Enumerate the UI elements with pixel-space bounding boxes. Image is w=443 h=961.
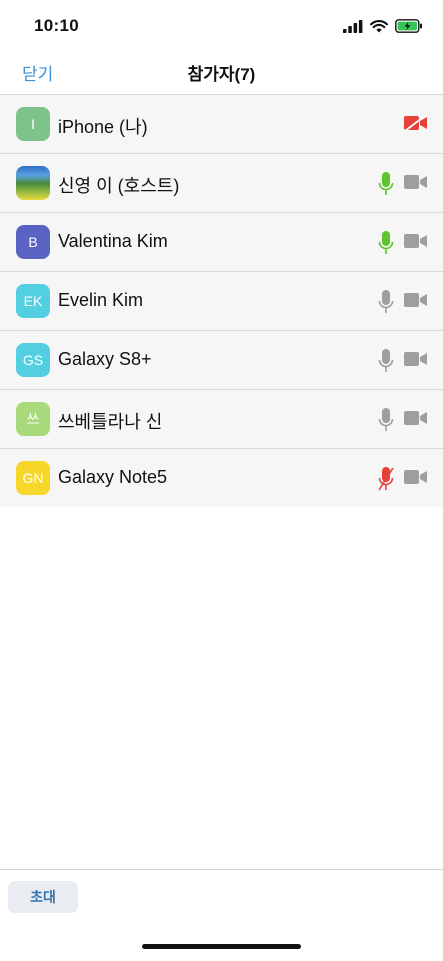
page-title: 참가자(7)	[187, 65, 256, 84]
wifi-icon	[370, 19, 388, 32]
participant-row[interactable]: B Valentina Kim	[0, 213, 443, 272]
participant-name: iPhone (나)	[58, 117, 148, 137]
microphone-icon[interactable]	[378, 230, 394, 256]
microphone-icon[interactable]	[378, 348, 394, 374]
microphone-icon[interactable]	[378, 289, 394, 315]
participant-name: Galaxy Note5	[58, 467, 168, 487]
participant-name: Evelin Kim	[58, 290, 144, 310]
video-camera-icon[interactable]	[404, 410, 428, 426]
battery-charging-icon	[395, 19, 422, 33]
cellular-signal-icon	[343, 19, 363, 33]
avatar: 쓰	[16, 402, 50, 436]
status-bar: 10:10	[0, 0, 443, 52]
participant-row[interactable]: EK Evelin Kim	[0, 272, 443, 331]
microphone-muted-icon[interactable]	[378, 466, 394, 492]
participant-name: Galaxy S8+	[58, 349, 152, 369]
nav-bar: 닫기 참가자(7)	[0, 52, 443, 94]
video-camera-icon[interactable]	[404, 233, 428, 249]
status-time: 10:10	[34, 16, 79, 35]
participant-list: IiPhone (나) 신영 이 (호스트) B Valentina Kim EK Eve…	[0, 94, 443, 507]
invite-button[interactable]: 초대	[8, 881, 78, 913]
participant-row[interactable]: 신영 이 (호스트)	[0, 154, 443, 213]
avatar: I	[16, 107, 50, 141]
video-camera-icon[interactable]	[404, 292, 428, 308]
participant-name: Valentina Kim	[58, 231, 168, 251]
avatar	[16, 166, 50, 200]
avatar: GN	[16, 461, 50, 495]
avatar: EK	[16, 284, 50, 318]
participant-row[interactable]: IiPhone (나)	[0, 95, 443, 154]
video-camera-icon[interactable]	[404, 351, 428, 367]
microphone-icon[interactable]	[378, 171, 394, 197]
status-icons	[343, 17, 423, 35]
video-off-icon[interactable]	[404, 114, 428, 132]
microphone-icon[interactable]	[378, 407, 394, 433]
video-camera-icon[interactable]	[404, 174, 428, 190]
participant-row[interactable]: 쓰 쓰베틀라나 신	[0, 390, 443, 449]
video-camera-icon[interactable]	[404, 469, 428, 485]
bottom-toolbar: 초대	[0, 869, 443, 961]
participant-row[interactable]: GN Galaxy Note5	[0, 449, 443, 507]
avatar: GS	[16, 343, 50, 377]
avatar: B	[16, 225, 50, 259]
home-indicator	[142, 944, 301, 949]
participant-name: 쓰베틀라나 신	[58, 412, 163, 432]
participant-row[interactable]: GS Galaxy S8+	[0, 331, 443, 390]
participant-name: 신영 이 (호스트)	[58, 176, 180, 196]
